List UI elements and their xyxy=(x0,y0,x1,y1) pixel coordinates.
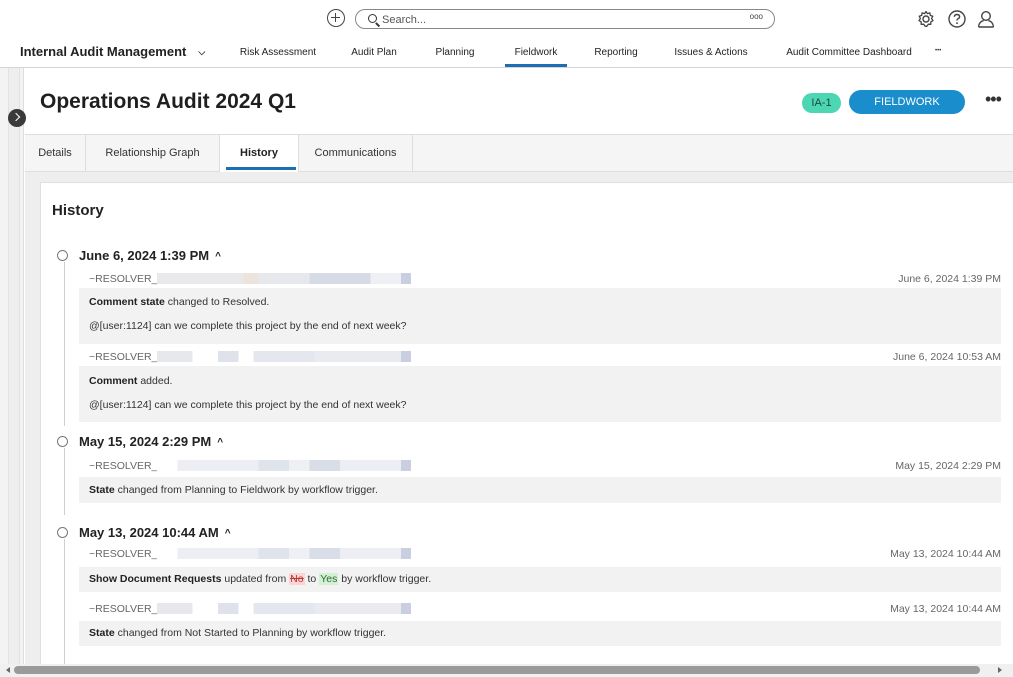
timeline-dot xyxy=(57,250,68,261)
entry-user-name: ~RESOLVER_ xyxy=(89,351,158,363)
history-entry: Show Document Requests updated from No t… xyxy=(79,567,1001,592)
nav-item-reporting[interactable]: Reporting xyxy=(594,47,637,58)
entry-timestamp: June 6, 2024 1:39 PM xyxy=(898,273,1001,285)
app-name: Internal Audit Management xyxy=(20,44,187,59)
nav-item-issues-actions[interactable]: Issues & Actions xyxy=(674,47,747,58)
entry-user: ~RESOLVER_ xyxy=(89,350,412,363)
chevron-down-icon: ⌵ xyxy=(198,47,206,57)
redacted-name xyxy=(157,272,412,284)
add-icon[interactable] xyxy=(327,9,345,27)
timeline-line xyxy=(64,448,65,515)
main-nav: Internal Audit Management ⌵ Risk Assessme… xyxy=(0,38,1013,68)
scrollbar-thumb[interactable] xyxy=(14,666,980,674)
chevron-up-icon: ^ xyxy=(217,437,224,448)
id-badge: IA-1 xyxy=(802,93,841,113)
entry-field: Comment state xyxy=(89,296,165,308)
tab-bar: Details Relationship Graph History Commu… xyxy=(25,134,1013,172)
redacted-name xyxy=(157,350,412,362)
entry-field: Show Document Requests xyxy=(89,573,222,585)
redacted-name xyxy=(157,547,412,559)
entry-text: added. xyxy=(137,375,173,387)
horizontal-scrollbar[interactable] xyxy=(0,664,1013,677)
history-entry: Comment added. @[user:1124] can we compl… xyxy=(79,366,1001,422)
workflow-state-button[interactable]: FIELDWORK xyxy=(849,90,965,114)
entry-user: ~RESOLVER_ xyxy=(89,547,412,560)
entry-field: Comment xyxy=(89,375,138,387)
history-group-toggle[interactable]: May 13, 2024 10:44 AM ^ xyxy=(79,525,231,540)
entry-change-line: Show Document Requests updated from No t… xyxy=(89,573,431,585)
entry-text: changed from Not Started to Planning by … xyxy=(114,627,387,639)
page-title: Operations Audit 2024 Q1 xyxy=(40,90,296,113)
entry-user: ~RESOLVER_ xyxy=(89,459,412,472)
history-entry: Comment state changed to Resolved. @[use… xyxy=(79,288,1001,344)
history-group-date: May 15, 2024 2:29 PM xyxy=(79,434,212,449)
nav-item-audit-committee-dashboard[interactable]: Audit Committee Dashboard xyxy=(786,47,912,58)
entry-timestamp: June 6, 2024 10:53 AM xyxy=(893,351,1001,363)
history-group-toggle[interactable]: June 6, 2024 1:39 PM ^ xyxy=(79,248,221,263)
entry-comment-line: @[user:1124] can we complete this projec… xyxy=(89,399,407,411)
redacted-name xyxy=(157,459,412,471)
timeline-dot xyxy=(57,436,68,447)
tab-communications[interactable]: Communications xyxy=(299,135,413,172)
entry-user-name: ~RESOLVER_ xyxy=(89,548,158,560)
history-entry: State changed from Not Started to Planni… xyxy=(79,621,1001,646)
entry-change-line: Comment state changed to Resolved. xyxy=(89,296,269,308)
app-switcher[interactable]: Internal Audit Management ⌵ xyxy=(20,44,205,59)
gear-icon[interactable] xyxy=(916,9,936,29)
history-entry: State changed from Planning to Fieldwork… xyxy=(79,477,1001,503)
search-icon xyxy=(368,14,377,23)
entry-comment-line: @[user:1124] can we complete this projec… xyxy=(89,320,407,332)
history-group-date: May 13, 2024 10:44 AM xyxy=(79,525,219,540)
nav-item-planning[interactable]: Planning xyxy=(436,47,475,58)
entry-text-mid: to xyxy=(304,573,320,585)
history-group-toggle[interactable]: May 15, 2024 2:29 PM ^ xyxy=(79,434,223,449)
side-panel-scrollbar[interactable] xyxy=(8,68,20,664)
entry-field: State xyxy=(89,484,115,496)
active-tab-indicator xyxy=(226,167,296,170)
history-group-date: June 6, 2024 1:39 PM xyxy=(79,248,210,263)
redacted-name xyxy=(157,602,412,614)
entry-user-name: ~RESOLVER_ xyxy=(89,460,158,472)
entry-timestamp: May 13, 2024 10:44 AM xyxy=(890,548,1001,560)
entry-text: changed from Planning to Fieldwork by wo… xyxy=(114,484,378,496)
scroll-right-arrow-icon[interactable] xyxy=(998,667,1002,673)
entry-change-line: Comment added. xyxy=(89,375,172,387)
nav-item-risk-assessment[interactable]: Risk Assessment xyxy=(240,47,316,58)
entry-text-pre: updated from xyxy=(221,573,290,585)
new-value: Yes xyxy=(319,573,339,585)
entry-timestamp: May 13, 2024 10:44 AM xyxy=(890,603,1001,615)
user-icon[interactable] xyxy=(976,9,996,29)
entry-change-line: State changed from Not Started to Planni… xyxy=(89,627,386,639)
chevron-up-icon: ^ xyxy=(215,251,221,262)
entry-user-name: ~RESOLVER_ xyxy=(89,603,158,615)
top-bar: ooo xyxy=(0,0,1013,38)
timeline-dot xyxy=(57,527,68,538)
expand-panel-icon[interactable] xyxy=(8,109,26,127)
nav-item-fieldwork[interactable]: Fieldwork xyxy=(515,47,558,58)
scroll-left-arrow-icon[interactable] xyxy=(6,667,10,673)
search-input[interactable] xyxy=(382,12,682,27)
more-options-icon[interactable]: ••• xyxy=(985,90,1002,108)
search-box[interactable]: ooo xyxy=(355,9,775,29)
history-heading: History xyxy=(52,202,104,219)
chevron-up-icon: ^ xyxy=(224,528,231,539)
entry-user: ~RESOLVER_ xyxy=(89,602,412,615)
entry-timestamp: May 15, 2024 2:29 PM xyxy=(895,460,1001,472)
nav-more-icon[interactable]: ••• xyxy=(935,48,941,54)
entry-field: State xyxy=(89,627,115,639)
nav-item-audit-plan[interactable]: Audit Plan xyxy=(351,47,397,58)
entry-user: ~RESOLVER_ xyxy=(89,272,412,285)
entry-text: changed to Resolved. xyxy=(164,296,270,308)
timeline-line xyxy=(64,539,65,664)
active-nav-indicator xyxy=(505,64,567,67)
help-icon[interactable] xyxy=(947,9,967,29)
entry-change-line: State changed from Planning to Fieldwork… xyxy=(89,484,378,496)
tab-details[interactable]: Details xyxy=(25,135,86,172)
tab-relationship-graph[interactable]: Relationship Graph xyxy=(86,135,220,172)
entry-user-name: ~RESOLVER_ xyxy=(89,273,158,285)
timeline-line xyxy=(64,262,65,426)
old-value: No xyxy=(289,573,305,585)
search-options-icon[interactable]: ooo xyxy=(750,12,763,21)
entry-text-post: by workflow trigger. xyxy=(338,573,432,585)
